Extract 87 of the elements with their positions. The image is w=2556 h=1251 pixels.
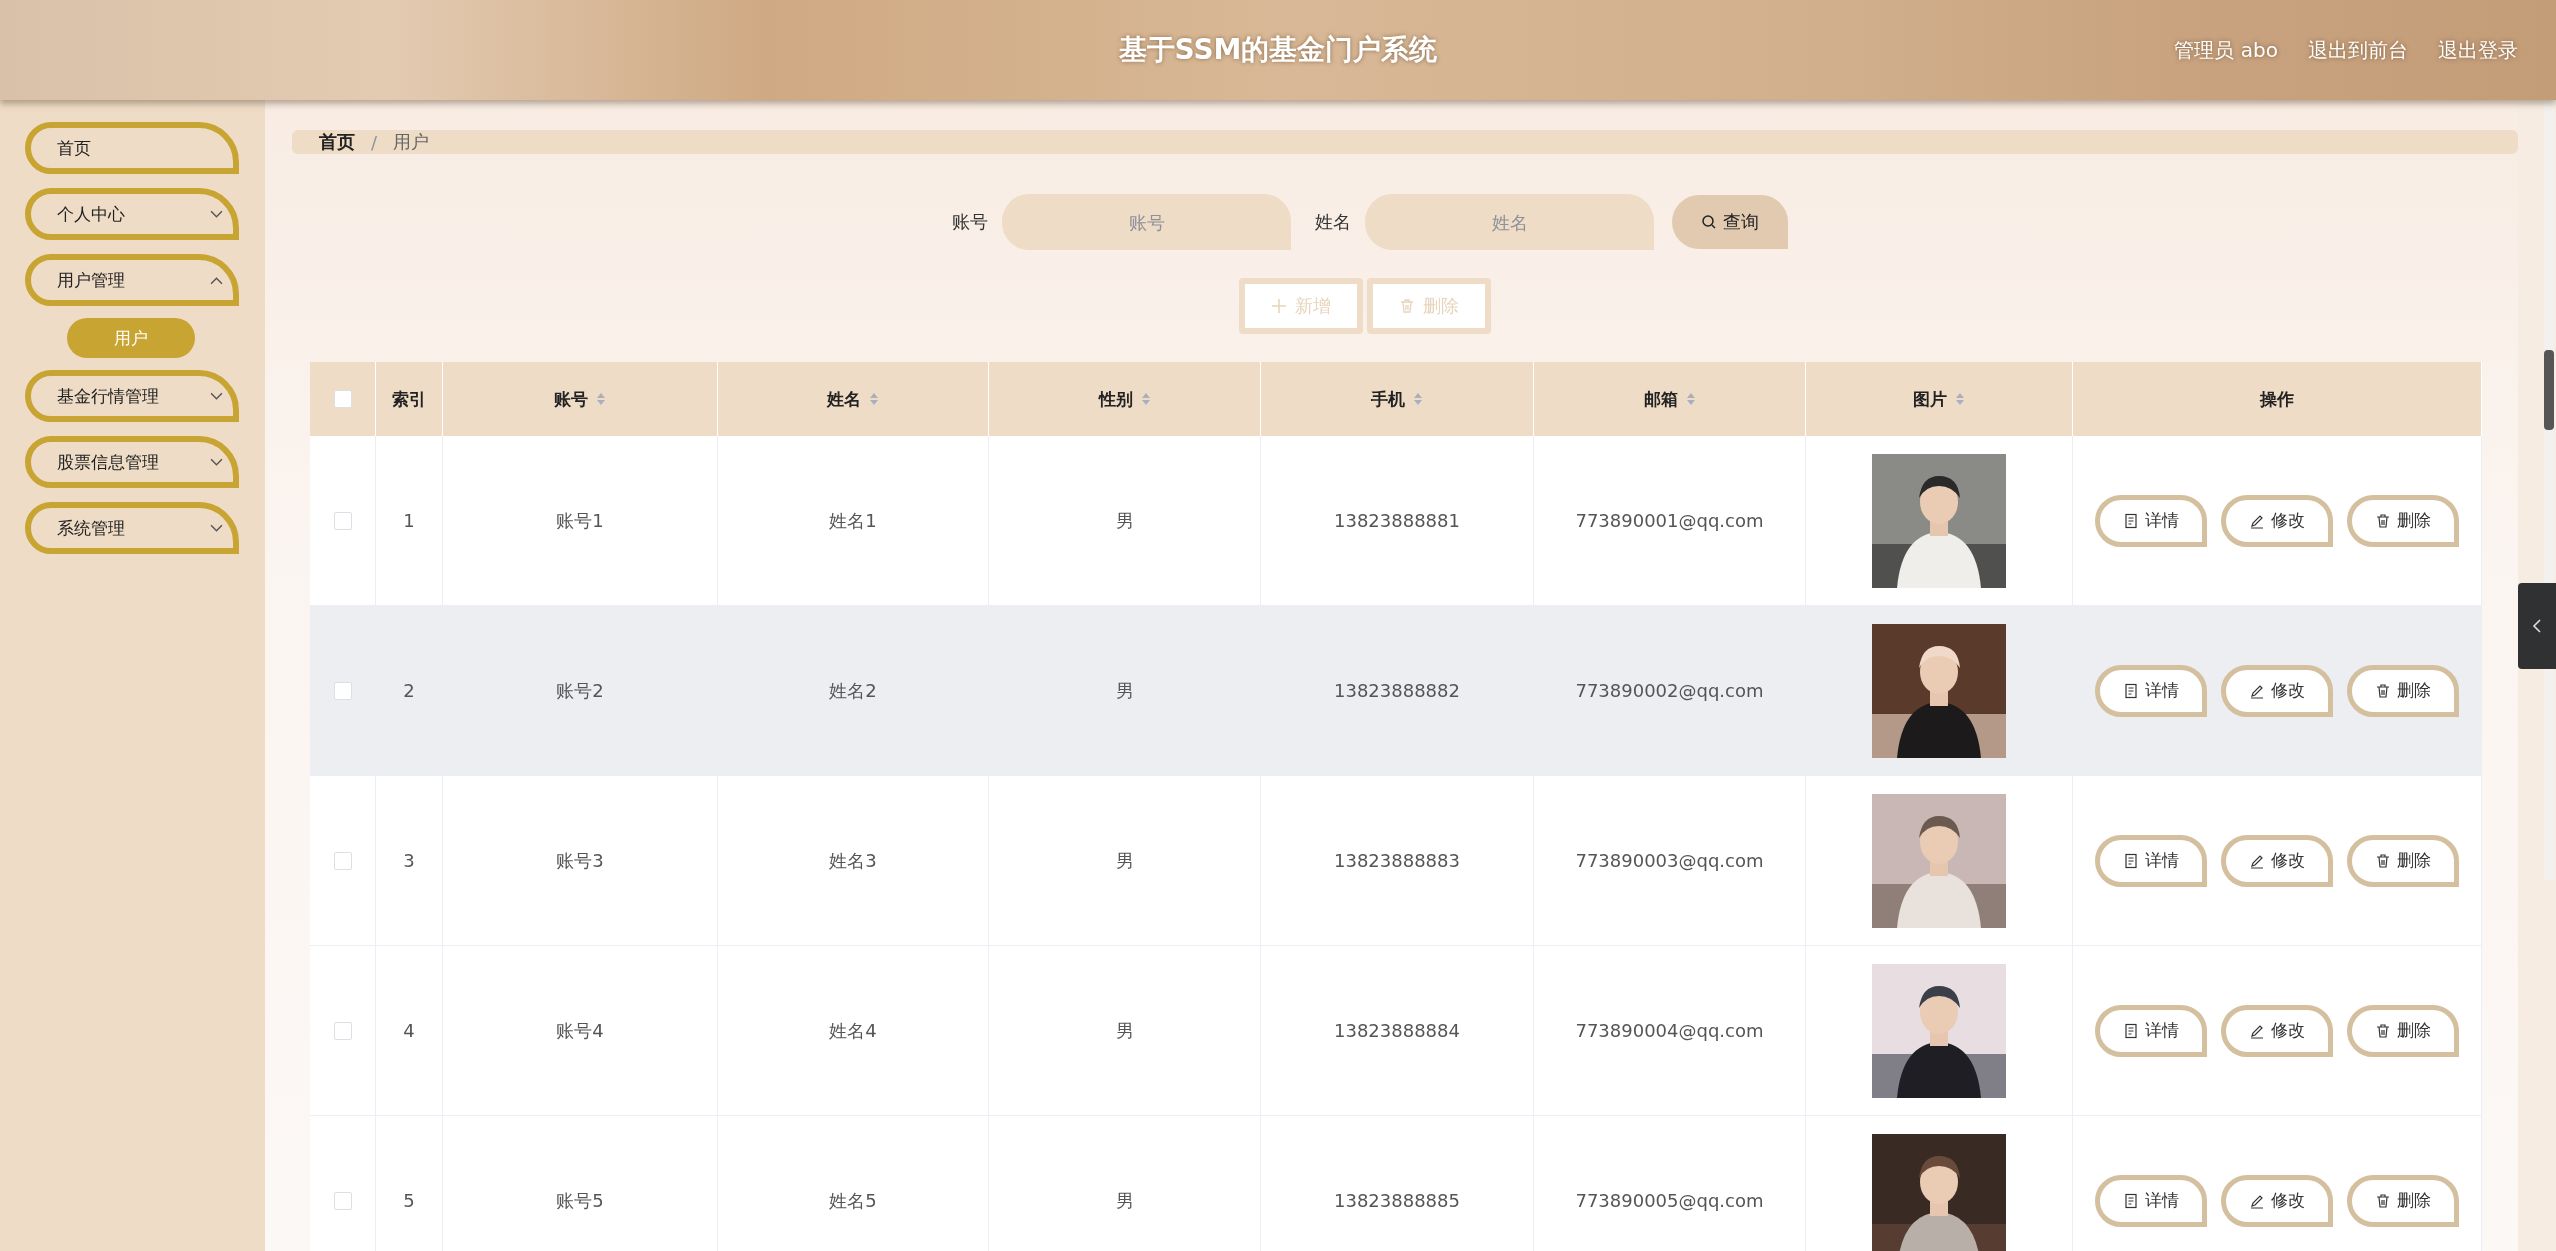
sidebar-item[interactable]: 股票信息管理	[25, 436, 239, 488]
sort-icon[interactable]	[1685, 392, 1696, 406]
search-field[interactable]: 姓名	[1365, 194, 1654, 250]
table-cell: 13823888882	[1334, 680, 1460, 701]
table-cell: 773890004@qq.com	[1575, 1020, 1764, 1041]
row-checkbox[interactable]	[333, 681, 352, 700]
delete-button[interactable]: 删除	[2347, 1174, 2459, 1227]
collapse-tab[interactable]	[2518, 583, 2556, 669]
detail-button[interactable]: 详情	[2095, 494, 2207, 547]
table-cell: 账号3	[556, 848, 604, 873]
detail-button[interactable]: 详情	[2095, 1174, 2207, 1227]
breadcrumb-current: 用户	[393, 130, 430, 154]
delete-button[interactable]: 删除	[2347, 494, 2459, 547]
select-all-checkbox[interactable]	[333, 390, 352, 408]
sidebar-item[interactable]: 首页	[25, 122, 239, 174]
row-checkbox[interactable]	[333, 1021, 352, 1040]
sort-icon[interactable]	[1140, 392, 1151, 406]
trash-icon	[2375, 512, 2391, 529]
table-cell: 男	[1115, 848, 1134, 873]
delete-button[interactable]: 删除	[2347, 1004, 2459, 1057]
plus-icon	[1271, 298, 1287, 314]
edit-button[interactable]: 修改	[2221, 834, 2333, 887]
table-cell: 13823888881	[1334, 510, 1460, 531]
table-cell: 姓名2	[829, 678, 877, 703]
trash-icon	[2375, 682, 2391, 699]
table-cell: 账号4	[556, 1018, 604, 1043]
table-cell: 13823888885	[1334, 1190, 1460, 1211]
detail-button[interactable]: 详情	[2095, 834, 2207, 887]
table-cell: 男	[1115, 1018, 1134, 1043]
edit-button[interactable]: 修改	[2221, 1004, 2333, 1057]
document-icon	[2123, 512, 2139, 529]
table-cell: 姓名5	[829, 1188, 877, 1213]
table-cell: 4	[403, 1020, 415, 1041]
sidebar-item[interactable]: 基金行情管理	[25, 370, 239, 422]
detail-button[interactable]: 详情	[2095, 1004, 2207, 1057]
table-cell: 姓名1	[829, 508, 877, 533]
trash-icon	[2375, 1022, 2391, 1039]
trash-icon	[2375, 1192, 2391, 1209]
sidebar-item[interactable]: 个人中心	[25, 188, 239, 240]
detail-button[interactable]: 详情	[2095, 664, 2207, 717]
edit-button[interactable]: 修改	[2221, 1174, 2333, 1227]
sort-icon[interactable]	[1955, 392, 1965, 406]
table-cell: 账号2	[556, 678, 604, 703]
sidebar-item[interactable]: 系统管理	[25, 502, 239, 554]
table-cell: 男	[1115, 678, 1134, 703]
table-cell: 773890003@qq.com	[1575, 850, 1764, 871]
chevron-left-icon	[2532, 618, 2542, 634]
table-cell: 姓名3	[829, 848, 877, 873]
table-cell: 5	[403, 1190, 415, 1211]
delete-button[interactable]: 删除	[2347, 834, 2459, 887]
field-label: 姓名	[1315, 210, 1351, 234]
sort-icon[interactable]	[1413, 392, 1423, 406]
breadcrumb-link[interactable]: 首页	[319, 130, 355, 154]
document-icon	[2123, 1022, 2139, 1039]
row-checkbox[interactable]	[333, 851, 352, 870]
table-cell: 账号1	[556, 508, 604, 533]
sort-icon[interactable]	[596, 392, 606, 406]
table-cell: 773890001@qq.com	[1575, 510, 1764, 531]
sort-icon[interactable]	[869, 392, 879, 406]
table-cell: 13823888884	[1334, 1020, 1460, 1041]
trash-icon	[2375, 852, 2391, 869]
trash-icon	[1399, 298, 1415, 314]
table-cell: 3	[403, 850, 415, 871]
delete-button[interactable]: 删除	[2347, 664, 2459, 717]
document-icon	[2123, 682, 2139, 699]
search-field[interactable]: 账号	[1002, 194, 1291, 250]
table-cell: 13823888883	[1334, 850, 1460, 871]
document-icon	[2123, 852, 2139, 869]
table-cell: 男	[1115, 1188, 1134, 1213]
row-checkbox[interactable]	[333, 1191, 352, 1210]
table-cell: 1	[403, 510, 415, 531]
table-cell: 账号5	[556, 1188, 604, 1213]
breadcrumb-separator: /	[371, 131, 378, 153]
table-cell: 男	[1115, 508, 1134, 533]
edit-button[interactable]: 修改	[2221, 664, 2333, 717]
search-icon	[1701, 214, 1717, 230]
edit-button[interactable]: 修改	[2221, 494, 2333, 547]
table-cell: 2	[403, 680, 415, 701]
site-title: 基于SSM的基金门户系统	[1118, 32, 1438, 68]
row-checkbox[interactable]	[333, 511, 352, 530]
search-button[interactable]: 查询	[1672, 195, 1788, 249]
sidebar-item[interactable]: 用户管理	[25, 254, 239, 306]
document-icon	[2123, 1192, 2139, 1209]
field-label: 账号	[952, 210, 988, 234]
table-cell: 姓名4	[829, 1018, 877, 1043]
table-cell: 773890005@qq.com	[1575, 1190, 1764, 1211]
table-cell: 773890002@qq.com	[1575, 680, 1764, 701]
